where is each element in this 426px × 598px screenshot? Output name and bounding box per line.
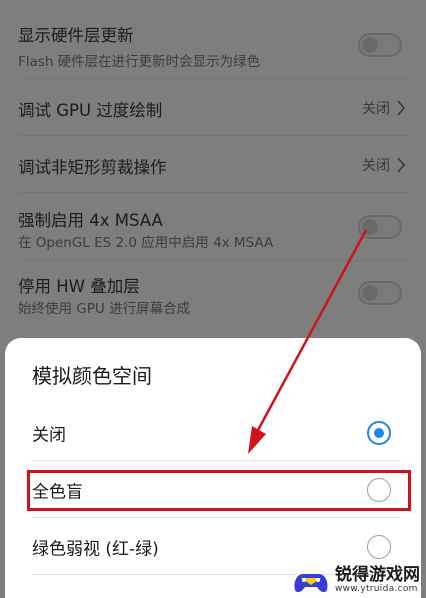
setting-title: 调试 GPU 过度绘制	[18, 101, 163, 120]
setting-disable-hw-overlay[interactable]: 停用 HW 叠加层 始终使用 GPU 进行屏幕合成	[0, 261, 426, 327]
setting-value: 关闭	[362, 158, 390, 174]
option-off[interactable]: 关闭	[5, 404, 421, 461]
setting-debug-non-rect-clip[interactable]: 调试非矩形剪裁操作 关闭	[0, 136, 426, 193]
option-label: 关闭	[32, 425, 66, 445]
radio-selected-icon[interactable]	[367, 420, 391, 445]
watermark-name: 锐得游戏网	[335, 565, 420, 585]
setting-debug-gpu-overdraw[interactable]: 调试 GPU 过度绘制 关闭	[0, 79, 426, 136]
chevron-right-icon	[397, 157, 406, 173]
dialog-title: 模拟颜色空间	[32, 364, 152, 388]
setting-show-hardware-layer-updates[interactable]: 显示硬件层更新 Flash 硬件层在进行更新时会显示为绿色	[0, 0, 426, 79]
setting-title: 调试非矩形剪裁操作	[18, 158, 167, 177]
option-label: 绿色弱视 (红-绿)	[32, 539, 159, 559]
gamepad-logo-icon	[294, 573, 328, 592]
force-msaa-toggle[interactable]	[358, 215, 402, 239]
setting-subtitle: Flash 硬件层在进行更新时会显示为绿色	[18, 54, 261, 70]
setting-subtitle: 在 OpenGL ES 2.0 应用中启用 4x MSAA	[18, 235, 274, 251]
setting-title: 显示硬件层更新	[18, 26, 134, 45]
setting-title: 停用 HW 叠加层	[18, 277, 140, 296]
setting-value: 关闭	[362, 101, 390, 117]
hardware-layers-toggle[interactable]	[358, 33, 402, 57]
simulate-color-space-dialog: 模拟颜色空间 关闭 全色盲 绿色弱视 (红-绿)	[5, 338, 421, 598]
chevron-right-icon	[397, 100, 406, 116]
hw-overlay-toggle[interactable]	[358, 281, 402, 305]
watermark-url: www.ytruida.com	[335, 584, 418, 594]
setting-force-4x-msaa[interactable]: 强制启用 4x MSAA 在 OpenGL ES 2.0 应用中启用 4x MS…	[0, 193, 426, 261]
setting-title: 强制启用 4x MSAA	[18, 211, 163, 230]
watermark-logo: 锐得游戏网 www.ytruida.com	[291, 567, 420, 594]
annotation-highlight-box	[27, 470, 411, 511]
setting-subtitle: 始终使用 GPU 进行屏幕合成	[18, 301, 191, 317]
radio-unselected-icon[interactable]	[367, 534, 391, 559]
